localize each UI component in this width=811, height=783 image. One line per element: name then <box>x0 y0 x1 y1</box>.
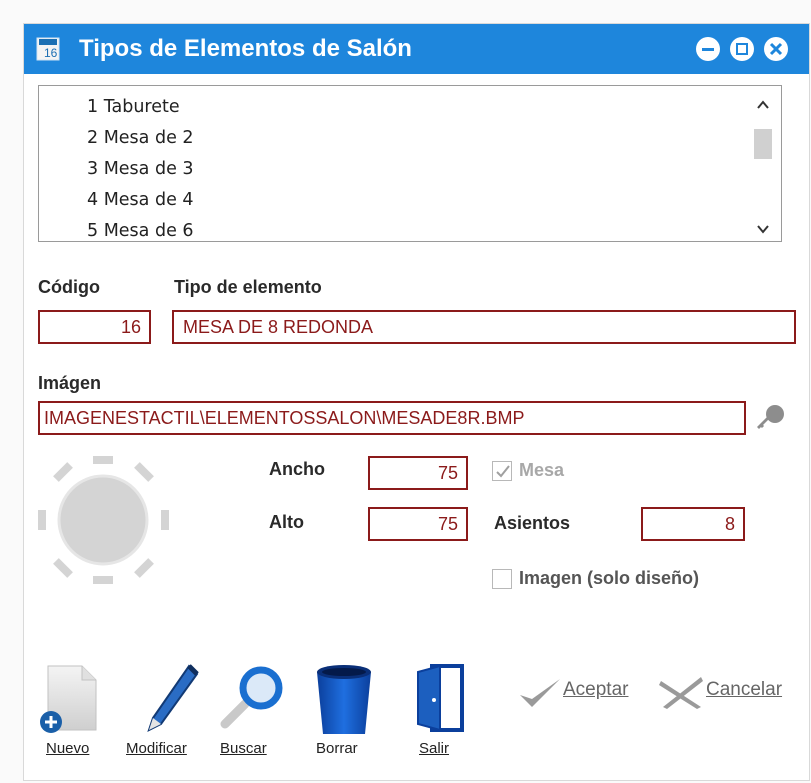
minimize-icon <box>702 48 714 51</box>
alto-label: Alto <box>269 512 304 532</box>
accept-check-icon[interactable] <box>518 677 562 711</box>
title-bar[interactable]: 16 Tipos de Elementos de Salón <box>24 24 809 74</box>
imagen-path-field[interactable]: IMAGENESTACTIL\ELEMENTOSSALON\MESADE8R.B… <box>38 401 746 435</box>
ancho-field[interactable]: 75 <box>368 456 468 490</box>
list-item[interactable]: 4 Mesa de 4 <box>87 185 194 216</box>
tipo-elemento-field[interactable]: MESA DE 8 REDONDA <box>172 310 796 344</box>
cancel-x-icon[interactable] <box>657 675 707 711</box>
borrar-button[interactable]: Borrar <box>316 740 358 757</box>
cancelar-button[interactable]: Cancelar <box>706 679 782 701</box>
list-item[interactable]: 5 Mesa de 6 <box>87 216 194 247</box>
new-document-icon[interactable] <box>38 662 104 738</box>
imagen-solo-diseno-checkbox[interactable] <box>492 569 512 589</box>
minimize-button[interactable] <box>696 37 720 61</box>
mesa-checkbox[interactable] <box>492 461 512 481</box>
scroll-thumb[interactable] <box>754 129 772 159</box>
checkmark-icon <box>496 465 510 478</box>
alto-field[interactable]: 75 <box>368 507 468 541</box>
imagen-label: Imágen <box>38 373 102 393</box>
maximize-button[interactable] <box>730 37 754 61</box>
magnifier-icon[interactable] <box>219 662 289 738</box>
imagen-solo-diseno-label: Imagen (solo diseño) <box>519 568 700 588</box>
list-item[interactable]: 3 Mesa de 3 <box>87 154 194 185</box>
codigo-field[interactable]: 16 <box>38 310 151 344</box>
trash-bin-icon[interactable] <box>311 662 377 738</box>
codigo-label: Código <box>38 277 100 297</box>
aceptar-button[interactable]: Aceptar <box>563 679 628 701</box>
ancho-label: Ancho <box>269 459 325 479</box>
scroll-up-icon[interactable] <box>755 98 771 112</box>
salir-button[interactable]: Salir <box>419 740 449 757</box>
svg-text:16: 16 <box>44 46 58 60</box>
tipo-elemento-label: Tipo de elemento <box>174 277 322 297</box>
exit-door-icon[interactable] <box>412 662 468 738</box>
table-preview-image <box>36 454 171 586</box>
scroll-down-icon[interactable] <box>755 222 771 236</box>
close-button[interactable] <box>764 37 788 61</box>
pencil-icon[interactable] <box>139 662 201 738</box>
list-scrollbar[interactable] <box>749 86 781 241</box>
modificar-button[interactable]: Modificar <box>126 740 187 757</box>
list-item[interactable]: 1 Taburete <box>87 92 194 123</box>
element-types-list[interactable]: 1 Taburete 2 Mesa de 2 3 Mesa de 3 4 Mes… <box>38 85 782 242</box>
maximize-icon <box>736 43 748 55</box>
app-icon: 16 <box>36 37 60 61</box>
dialog-window: 16 Tipos de Elementos de Salón 1 Taburet… <box>23 23 810 781</box>
key-icon[interactable] <box>753 403 787 433</box>
buscar-button[interactable]: Buscar <box>220 740 267 757</box>
asientos-label: Asientos <box>494 513 571 533</box>
list-item[interactable]: 2 Mesa de 2 <box>87 123 194 154</box>
close-icon <box>769 42 783 56</box>
window-title: Tipos de Elementos de Salón <box>79 35 412 62</box>
mesa-label: Mesa <box>519 460 565 480</box>
nuevo-button[interactable]: Nuevo <box>46 740 89 757</box>
asientos-field[interactable]: 8 <box>641 507 745 541</box>
